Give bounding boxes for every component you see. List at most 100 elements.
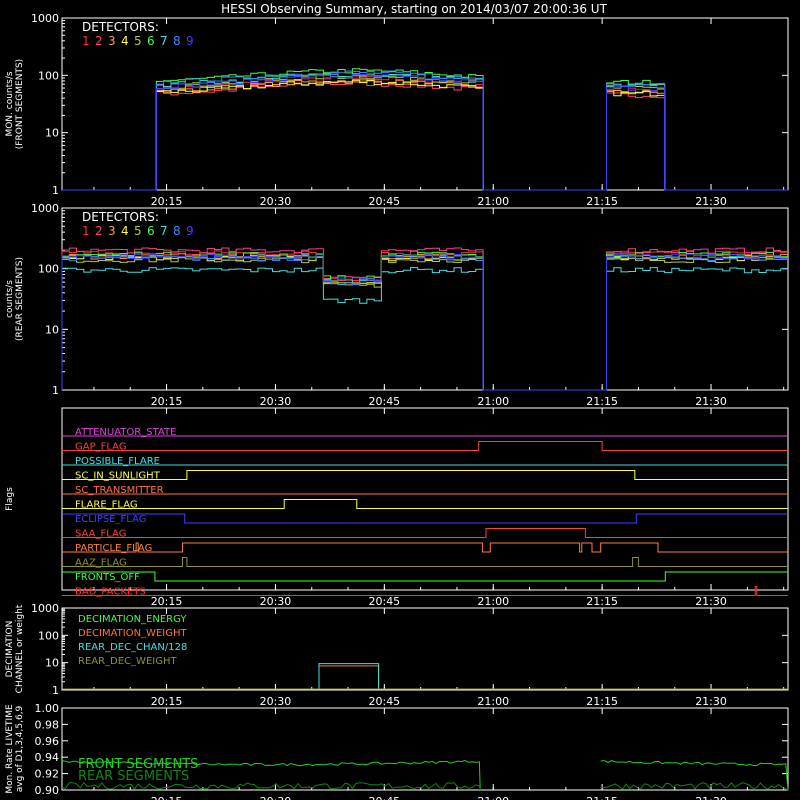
- livetime-ytick-label: 0.96: [35, 735, 60, 748]
- flag-line-sc_in_sunlight: [62, 470, 788, 480]
- flag-label: AAZ_FLAG: [75, 558, 127, 569]
- hessi-summary-chart: HESSI Observing Summary, starting on 201…: [5, 2, 789, 800]
- decimation-legend-label: REAR_DEC_WEIGHT: [78, 656, 177, 667]
- front-legend-detector: 4: [121, 34, 129, 48]
- rear-legend-detector: 5: [134, 224, 142, 238]
- flag-line-gap_flag: [62, 441, 788, 451]
- flags-ylabel: Flags: [5, 487, 15, 511]
- decimation-ylabel: CHANNEL or weight: [15, 604, 25, 693]
- livetime-xtick-label: 21:30: [695, 795, 727, 800]
- rear-legend-detector: 8: [173, 224, 181, 238]
- livetime-xtick-label: 20:30: [260, 795, 292, 800]
- flag-label: SC_TRANSMITTER: [75, 485, 164, 496]
- rear-xtick-label: 20:15: [151, 395, 183, 408]
- livetime-ytick-label: 0.90: [35, 784, 60, 797]
- rear-legend-detector: 7: [160, 224, 168, 238]
- decimation-legend-label: DECIMATION_WEIGHT: [78, 628, 187, 639]
- front-legend-detector: 2: [95, 34, 103, 48]
- livetime-ytick-label: 1.00: [35, 702, 60, 715]
- flag-line-fronts_off: [62, 571, 788, 582]
- flags-panel: 20:15 20:30 20:45 21:00 21:15 21:30 Flags ATTEN…: [5, 407, 789, 608]
- flag-label: SAA_FLAG: [75, 529, 126, 540]
- rear-series-det9: [61, 253, 788, 391]
- front-legend-detector: 9: [186, 34, 194, 48]
- front-legend-detector: 6: [147, 34, 155, 48]
- livetime-ytick-label: 0.94: [35, 751, 60, 764]
- front-xtick-label: 21:00: [477, 195, 509, 208]
- rear-xtick-label: 21:30: [695, 395, 727, 408]
- decimation-xtick-label: 21:00: [477, 695, 509, 708]
- front-legend-title: DETECTORS:: [82, 20, 159, 34]
- flag-line-flare_flag: [62, 499, 788, 509]
- rear-ytick-label: 1000: [31, 202, 59, 215]
- decimation-legend-label: DECIMATION_ENERGY: [78, 614, 187, 625]
- flag-label: SC_IN_SUNLIGHT: [75, 471, 161, 482]
- decimation-ytick-label: 10: [45, 657, 59, 670]
- decimation-series: [62, 665, 788, 690]
- front-frame: [61, 17, 789, 191]
- flags-xtick-label: 21:00: [477, 595, 509, 608]
- livetime-ytick-label: 0.98: [35, 718, 60, 731]
- flag-label: FLARE_FLAG: [75, 500, 138, 511]
- front-xtick-label: 20:30: [260, 195, 292, 208]
- decimation-xtick-label: 20:45: [368, 695, 400, 708]
- livetime-xtick-label: 20:15: [151, 795, 183, 800]
- rear-panel: 20:15 20:30 20:45 21:00 21:15 21:30 counts/s (R…: [5, 202, 789, 408]
- front-legend-detector: 7: [160, 34, 168, 48]
- decimation-ytick-label: 1000: [31, 602, 59, 615]
- rear-xtick-label: 21:00: [477, 395, 509, 408]
- rear-ytick-label: 1: [52, 384, 59, 397]
- flags-xtick-label: 20:15: [151, 595, 183, 608]
- rear-ylabel: counts/s: [5, 280, 15, 318]
- front-legend-detector: 8: [173, 34, 181, 48]
- front-panel: 20:15 20:30 20:45 21:00 21:15 21:30 MON. count…: [5, 12, 789, 208]
- flag-label: BAD_PACKETS: [75, 587, 146, 598]
- livetime-ylabel: Mon. Rate LIVETIME: [5, 704, 15, 794]
- front-ytick-label: 1000: [31, 12, 59, 25]
- flag-label: GAP_FLAG: [75, 442, 127, 453]
- rear-series-det4: [61, 255, 788, 391]
- rear-series-det1: [61, 250, 788, 391]
- decimation-ytick-label: 1: [52, 684, 59, 697]
- front-xtick-label: 20:15: [151, 195, 183, 208]
- front-xtick-label: 21:30: [695, 195, 727, 208]
- chart-title: HESSI Observing Summary, starting on 201…: [221, 2, 607, 16]
- flag-label: FRONTS_OFF: [75, 572, 140, 583]
- livetime-xtick-label: 20:45: [368, 795, 400, 800]
- flags-xtick-label: 20:45: [368, 595, 400, 608]
- rear-legend-detector: 3: [108, 224, 116, 238]
- front-ytick-label: 1: [52, 184, 59, 197]
- decimation-ytick-label: 100: [38, 629, 59, 642]
- flag-label: PARTICLE_FLAG: [75, 543, 152, 554]
- livetime-xtick-label: 21:00: [477, 795, 509, 800]
- front-series-det4: [62, 80, 788, 191]
- flag-line-particle_flag: [62, 542, 788, 553]
- front-legend-detector: 3: [108, 34, 116, 48]
- flags-xtick-label: 21:30: [695, 595, 727, 608]
- livetime-panel: 20:15 20:30 20:45 21:00 21:15 21:30 Mon. Rate …: [5, 702, 789, 800]
- front-ylabel: MON. counts/s: [5, 71, 15, 136]
- decimation-panel: 20:15 20:30 20:45 21:00 21:15 21:30 DECIMATION…: [5, 602, 789, 708]
- livetime-legend-label: REAR SEGMENTS: [78, 769, 189, 784]
- front-ytick-label: 100: [38, 69, 59, 82]
- flag-label: ECLIPSE_FLAG: [75, 514, 146, 525]
- front-xtick-label: 20:45: [368, 195, 400, 208]
- flag-label: ATTENUATOR_STATE: [75, 427, 176, 438]
- flag-line-eclipse_flag: [62, 513, 788, 524]
- front-ylabel: (FRONT SEGMENTS): [15, 59, 25, 149]
- decimation-xtick-label: 21:15: [586, 695, 618, 708]
- rear-legend-title: DETECTORS:: [82, 210, 159, 224]
- rear-series-det3: [61, 253, 788, 391]
- rear-xtick-label: 20:45: [368, 395, 400, 408]
- decimation-ylabel: DECIMATION: [5, 621, 15, 678]
- livetime-ylabel: avg of D1,3,4,5,6,9: [15, 705, 25, 792]
- rear-legend-detector: 1: [82, 224, 90, 238]
- rear-legend-detector: 6: [147, 224, 155, 238]
- rear-legend-detector: 2: [95, 224, 103, 238]
- rear-ytick-label: 10: [45, 323, 59, 336]
- flags-xtick-label: 21:15: [586, 595, 618, 608]
- rear-frame: [61, 207, 789, 391]
- rear-xtick-label: 21:15: [586, 395, 618, 408]
- front-legend-detector: 1: [82, 34, 90, 48]
- flag-line-aaz_flag: [62, 557, 788, 567]
